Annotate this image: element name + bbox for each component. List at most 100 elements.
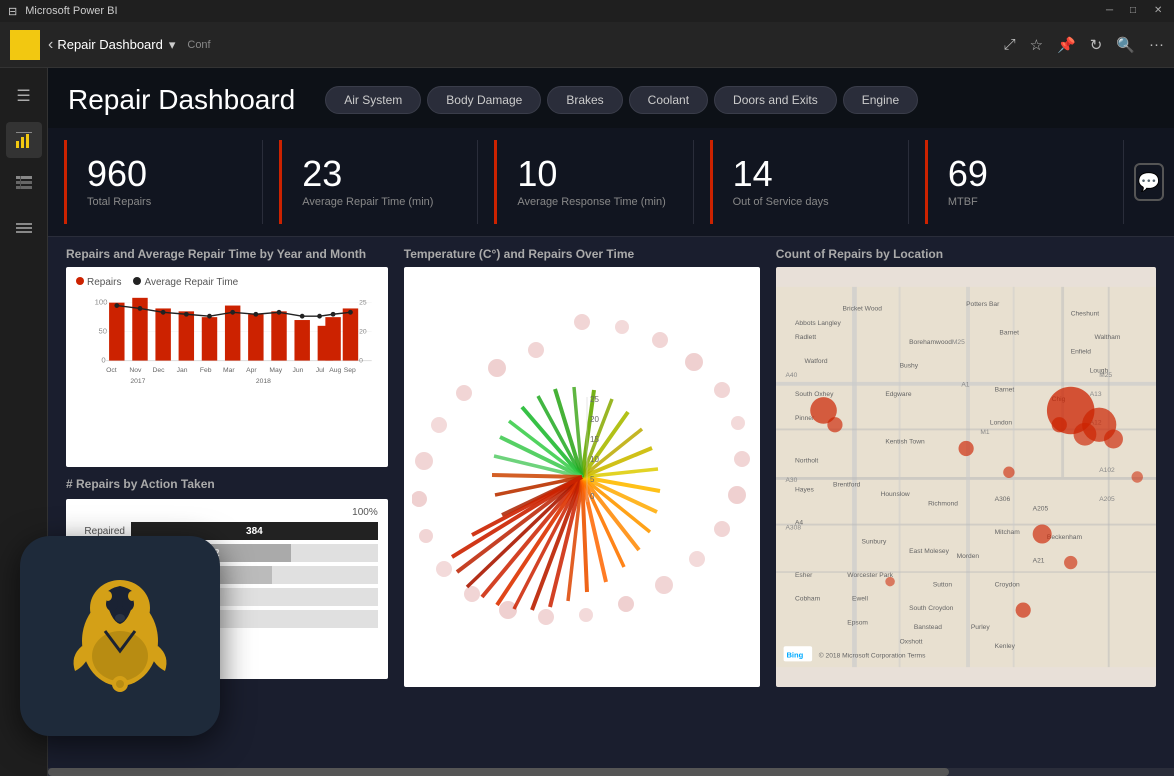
svg-text:100: 100: [95, 298, 108, 307]
kpi-total-repairs: 960 Total Repairs: [64, 140, 263, 224]
radial-chart: Generate circles around radius 155 cente…: [404, 267, 760, 687]
kpi-avg-repair-label: Average Repair Time (min): [302, 196, 457, 208]
sidebar-item-table[interactable]: [6, 166, 42, 202]
more-icon[interactable]: ···: [1149, 36, 1164, 54]
svg-text:Richmond: Richmond: [928, 501, 958, 508]
svg-text:Watford: Watford: [804, 358, 827, 365]
svg-text:Ewell: Ewell: [852, 596, 868, 603]
search-icon[interactable]: 🔍: [1116, 36, 1135, 54]
sidebar-item-chart[interactable]: [6, 122, 42, 158]
tab-air-system[interactable]: Air System: [325, 86, 421, 114]
comment-button-container: 💬: [1124, 128, 1174, 236]
kpi-avg-response: 10 Average Response Time (min): [494, 140, 693, 224]
svg-text:20: 20: [590, 415, 599, 424]
badger-svg: [50, 566, 190, 706]
kpi-row: 960 Total Repairs 23 Average Repair Time…: [48, 128, 1174, 237]
svg-text:Borehamwood: Borehamwood: [909, 339, 952, 346]
kpi-mtbf-label: MTBF: [948, 196, 1103, 208]
svg-text:Sutton: Sutton: [933, 581, 953, 588]
svg-text:A30: A30: [785, 477, 797, 484]
tab-body-damage[interactable]: Body Damage: [427, 86, 541, 114]
pin-icon[interactable]: 📌: [1057, 36, 1076, 54]
svg-text:Potters Bar: Potters Bar: [966, 301, 1000, 308]
svg-text:London: London: [990, 420, 1012, 427]
radial-svg: Generate circles around radius 155 cente…: [412, 287, 752, 667]
svg-text:50: 50: [98, 327, 107, 336]
svg-text:A40: A40: [785, 372, 797, 379]
maximize-btn[interactable]: □: [1130, 5, 1142, 17]
bookmark-icon[interactable]: ☆: [1030, 36, 1043, 54]
svg-text:20: 20: [359, 329, 367, 336]
breadcrumb-caret: ▾: [169, 37, 176, 53]
svg-text:Bing: Bing: [786, 651, 803, 660]
svg-text:A205: A205: [1099, 496, 1115, 503]
minimize-btn[interactable]: ─: [1106, 5, 1118, 17]
svg-text:Sep: Sep: [344, 367, 356, 374]
svg-text:Dec: Dec: [153, 367, 166, 374]
breadcrumb: Repair Dashboard ▾ Conf: [57, 36, 1003, 54]
radial-chart-title: Temperature (C°) and Repairs Over Time: [404, 247, 760, 261]
svg-text:Oct: Oct: [106, 367, 117, 374]
kpi-avg-response-label: Average Response Time (min): [517, 196, 672, 208]
svg-text:0: 0: [101, 356, 105, 365]
svg-text:M1: M1: [980, 429, 990, 436]
svg-text:Brentford: Brentford: [833, 482, 861, 489]
svg-text:A306: A306: [994, 496, 1010, 503]
center-panel: Temperature (C°) and Repairs Over Time G…: [396, 247, 768, 745]
svg-text:Edgware: Edgware: [885, 391, 912, 398]
svg-text:Croydon: Croydon: [994, 581, 1019, 588]
map-svg: A40 A30 A308 M25 A102 A205 A13 A12 M1 A1…: [776, 267, 1156, 687]
dashboard-header: Repair Dashboard Air System Body Damage …: [48, 68, 1174, 128]
svg-text:A102: A102: [1099, 467, 1115, 474]
kpi-out-of-service: 14 Out of Service days: [710, 140, 909, 224]
svg-text:Jun: Jun: [293, 367, 304, 374]
refresh-icon[interactable]: ↻: [1090, 36, 1103, 54]
svg-text:Abbots Langley: Abbots Langley: [795, 320, 841, 327]
svg-text:Worcester Park: Worcester Park: [847, 572, 893, 579]
svg-text:Purley: Purley: [971, 624, 991, 631]
svg-text:© 2018 Microsoft Corporation T: © 2018 Microsoft Corporation Terms: [819, 652, 926, 660]
tab-coolant[interactable]: Coolant: [629, 86, 708, 114]
svg-text:10: 10: [590, 455, 599, 464]
comment-button[interactable]: 💬: [1134, 163, 1164, 201]
svg-text:Sunbury: Sunbury: [861, 539, 886, 546]
map-chart-title: Count of Repairs by Location: [776, 247, 1156, 261]
back-button[interactable]: ‹: [48, 36, 53, 54]
horizontal-scrollbar[interactable]: [48, 768, 1174, 776]
kpi-total-repairs-label: Total Repairs: [87, 196, 242, 208]
svg-text:Apr: Apr: [246, 367, 257, 374]
close-btn[interactable]: ✕: [1154, 5, 1166, 17]
svg-text:Lough: Lough: [1089, 367, 1108, 374]
scrollbar-thumb[interactable]: [48, 768, 949, 776]
dashboard-tabs: Air System Body Damage Brakes Coolant Do…: [325, 86, 918, 114]
right-panel: Count of Repairs by Location: [768, 247, 1164, 745]
svg-text:South Oxhey: South Oxhey: [795, 391, 834, 398]
svg-text:Barnet: Barnet: [994, 386, 1014, 393]
tab-doors-exits[interactable]: Doors and Exits: [714, 86, 837, 114]
svg-text:25: 25: [590, 395, 599, 404]
powerbi-logo: [10, 30, 40, 60]
svg-text:Hounslow: Hounslow: [880, 491, 909, 498]
sidebar-item-hamburger[interactable]: ☰: [6, 78, 42, 114]
map-chart: A40 A30 A308 M25 A102 A205 A13 A12 M1 A1…: [776, 267, 1156, 687]
title-bar-text: Microsoft Power BI: [25, 5, 117, 17]
kpi-avg-repair-time: 23 Average Repair Time (min): [279, 140, 478, 224]
svg-text:Beckenham: Beckenham: [1047, 534, 1083, 541]
svg-text:15: 15: [590, 435, 599, 444]
tab-engine[interactable]: Engine: [843, 86, 918, 114]
svg-text:Bricket Wood: Bricket Wood: [842, 306, 882, 313]
svg-text:Bushy: Bushy: [899, 363, 918, 370]
dashboard-title: Repair Dashboard: [68, 84, 295, 116]
svg-text:Cobham: Cobham: [795, 596, 821, 603]
kpi-total-repairs-value: 960: [87, 156, 242, 192]
action-label-repaired: Repaired: [76, 526, 131, 537]
breadcrumb-sub: Conf: [187, 39, 210, 51]
svg-text:Kentish Town: Kentish Town: [885, 439, 925, 446]
tab-brakes[interactable]: Brakes: [547, 86, 622, 114]
title-bar: ⊟ Microsoft Power BI ─ □ ✕: [0, 0, 1174, 22]
svg-text:0: 0: [590, 492, 595, 501]
svg-text:Enfield: Enfield: [1070, 348, 1091, 355]
expand-icon[interactable]: ⤢: [1004, 36, 1016, 54]
sidebar-item-layers[interactable]: [6, 210, 42, 246]
action-chart-title: # Repairs by Action Taken: [66, 477, 388, 491]
